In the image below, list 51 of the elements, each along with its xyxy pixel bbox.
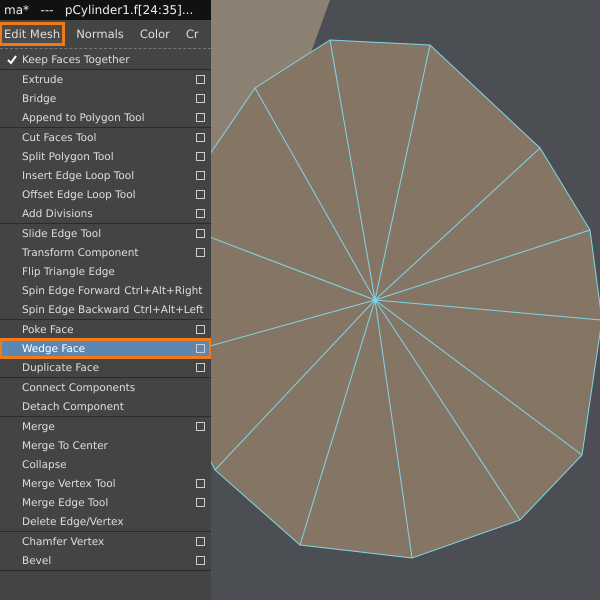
menu-bar-item[interactable]: Color bbox=[138, 25, 172, 43]
menu-item[interactable]: Slide Edge Tool bbox=[0, 224, 211, 243]
menu-item[interactable]: Spin Edge Backward Ctrl+Alt+Left bbox=[0, 300, 211, 319]
option-box-icon[interactable] bbox=[196, 479, 205, 488]
option-box-icon[interactable] bbox=[196, 94, 205, 103]
option-box-icon[interactable] bbox=[196, 75, 205, 84]
menu-item[interactable]: Wedge Face bbox=[0, 339, 211, 358]
menu-item[interactable]: Transform Component bbox=[0, 243, 211, 262]
menu-item[interactable]: Delete Edge/Vertex bbox=[0, 512, 211, 531]
menu-item[interactable]: Split Polygon Tool bbox=[0, 147, 211, 166]
window-title: ma* --- pCylinder1.f[24:35]... bbox=[0, 0, 211, 20]
menu-item[interactable]: Offset Edge Loop Tool bbox=[0, 185, 211, 204]
menu-item[interactable]: Add Divisions bbox=[0, 204, 211, 223]
option-box-icon[interactable] bbox=[196, 248, 205, 257]
menu-item[interactable]: Spin Edge Forward Ctrl+Alt+Right bbox=[0, 281, 211, 300]
menu-bar-item[interactable]: Cr bbox=[184, 25, 201, 43]
menu-item[interactable]: Merge Edge Tool bbox=[0, 493, 211, 512]
option-box-icon[interactable] bbox=[196, 152, 205, 161]
shortcut-label: Ctrl+Alt+Right bbox=[124, 284, 202, 296]
menu-item[interactable]: Collapse bbox=[0, 455, 211, 474]
option-box-icon[interactable] bbox=[196, 113, 205, 122]
menu-item[interactable]: Duplicate Face bbox=[0, 358, 211, 377]
option-box-icon[interactable] bbox=[196, 498, 205, 507]
menu-item[interactable]: Poke Face bbox=[0, 320, 211, 339]
option-box-icon[interactable] bbox=[196, 537, 205, 546]
option-box-icon[interactable] bbox=[196, 133, 205, 142]
menu-item[interactable]: Append to Polygon Tool bbox=[0, 108, 211, 127]
menu-item[interactable]: Chamfer Vertex bbox=[0, 532, 211, 551]
option-box-icon[interactable] bbox=[196, 325, 205, 334]
menu-item[interactable]: Extrude bbox=[0, 70, 211, 89]
menu-item[interactable]: Insert Edge Loop Tool bbox=[0, 166, 211, 185]
option-box-icon[interactable] bbox=[196, 363, 205, 372]
option-box-icon[interactable] bbox=[196, 190, 205, 199]
menu-item[interactable]: Merge To Center bbox=[0, 436, 211, 455]
menu-item[interactable]: Keep Faces Together bbox=[0, 50, 211, 69]
menu-bar-item[interactable]: Edit Mesh bbox=[2, 25, 62, 43]
menu-bar-item[interactable]: Normals bbox=[74, 25, 126, 43]
menu-item[interactable]: Bridge bbox=[0, 89, 211, 108]
option-box-icon[interactable] bbox=[196, 422, 205, 431]
menu-item[interactable]: Detach Component bbox=[0, 397, 211, 416]
option-box-icon[interactable] bbox=[196, 229, 205, 238]
menu-item[interactable]: Cut Faces Tool bbox=[0, 128, 211, 147]
menu-item[interactable]: Merge bbox=[0, 417, 211, 436]
menu-item[interactable]: Merge Vertex Tool bbox=[0, 474, 211, 493]
option-box-icon[interactable] bbox=[196, 171, 205, 180]
option-box-icon[interactable] bbox=[196, 209, 205, 218]
menu-item[interactable]: Flip Triangle Edge bbox=[0, 262, 211, 281]
option-box-icon[interactable] bbox=[196, 556, 205, 565]
menu-item[interactable]: Connect Components bbox=[0, 378, 211, 397]
shortcut-label: Ctrl+Alt+Left bbox=[133, 304, 204, 316]
menu-item[interactable]: Bevel bbox=[0, 551, 211, 570]
